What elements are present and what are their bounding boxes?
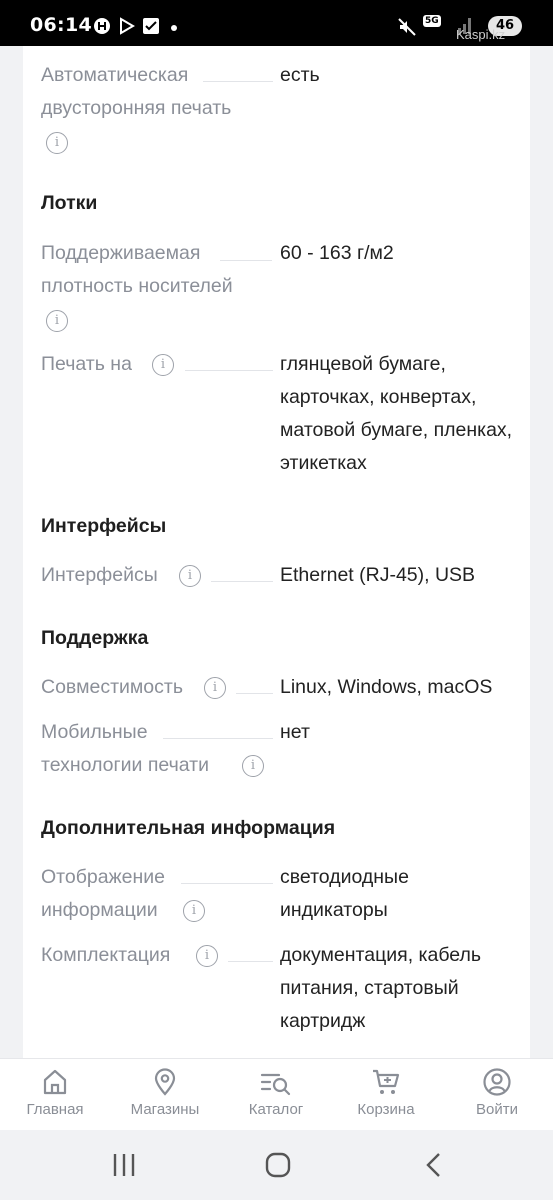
specs-card: Автоматическая двусторонняя печать i ест… xyxy=(23,46,530,1058)
spec-label-package: Комплектация xyxy=(41,944,171,966)
watermark-text: Kaspi.kz xyxy=(456,27,506,42)
dotted-leader xyxy=(185,370,273,371)
nav-item-catalog[interactable]: Каталог xyxy=(221,1067,331,1118)
cart-icon xyxy=(373,1069,400,1094)
dotted-leader xyxy=(203,81,273,82)
user-profile-icon xyxy=(483,1068,511,1096)
dotted-leader xyxy=(163,738,273,739)
info-icon[interactable]: i xyxy=(46,132,68,154)
spec-value-auto-duplex: есть xyxy=(280,64,320,86)
nav-label-catalog: Каталог xyxy=(248,1101,304,1118)
spec-label-auto-duplex: Автоматическая двусторонняя печать xyxy=(41,64,232,119)
spec-label-print-on: Печать на xyxy=(41,353,132,375)
recent-apps-icon[interactable] xyxy=(112,1152,136,1178)
spec-value-interfaces: Ethernet (RJ-45), USB xyxy=(280,564,476,586)
spec-value-media-density: 60 - 163 г/м2 xyxy=(280,242,394,264)
spec-value-display: светодиодные индикаторы xyxy=(280,866,409,921)
nav-item-cart[interactable]: Корзина xyxy=(331,1067,441,1118)
system-navigation-bar xyxy=(0,1130,553,1200)
catalog-search-icon xyxy=(260,1073,291,1096)
dotted-leader xyxy=(181,883,273,884)
info-icon[interactable]: i xyxy=(46,310,68,332)
spec-label-compatibility: Совместимость xyxy=(41,676,183,698)
section-title-trays: Лотки xyxy=(41,192,98,214)
spec-label-media-density: Поддерживаемая плотность носителей xyxy=(41,242,233,297)
spec-value-print-on: глянцевой бумаге, карточках, конвертах, … xyxy=(280,353,513,474)
section-title-additional-info: Дополнительная информация xyxy=(41,817,336,839)
info-icon[interactable]: i xyxy=(242,755,264,777)
dotted-leader xyxy=(228,961,273,962)
status-bar: 06:14 5G 46 Kaspi.kz xyxy=(0,0,553,46)
app-notification-icon xyxy=(94,18,110,34)
back-icon[interactable] xyxy=(424,1152,444,1178)
nav-item-login[interactable]: Войти xyxy=(442,1067,552,1118)
home-button-icon[interactable] xyxy=(265,1152,291,1178)
play-store-icon xyxy=(120,17,135,35)
more-notifications-dot xyxy=(171,25,177,31)
info-icon[interactable]: i xyxy=(204,677,226,699)
mute-icon xyxy=(398,18,416,36)
spec-label-interfaces: Интерфейсы xyxy=(41,564,158,586)
info-icon[interactable]: i xyxy=(152,354,174,376)
section-title-support: Поддержка xyxy=(41,627,149,649)
nav-label-cart: Корзина xyxy=(357,1101,415,1118)
nav-label-home: Главная xyxy=(26,1101,84,1118)
home-icon xyxy=(43,1069,67,1095)
spec-label-mobile-print: Мобильные технологии печати xyxy=(41,721,209,776)
nav-item-shops[interactable]: Магазины xyxy=(110,1067,220,1118)
info-icon[interactable]: i xyxy=(196,945,218,967)
spec-value-compatibility: Linux, Windows, macOS xyxy=(280,676,493,698)
section-title-interfaces: Интерфейсы xyxy=(41,515,167,537)
info-icon[interactable]: i xyxy=(183,900,205,922)
nav-item-home[interactable]: Главная xyxy=(0,1067,110,1118)
info-icon[interactable]: i xyxy=(179,565,201,587)
location-pin-icon xyxy=(154,1068,176,1096)
dotted-leader xyxy=(211,581,273,582)
status-time: 06:14 xyxy=(30,14,92,36)
bottom-navigation: Главная Магазины Каталог Корзина Войти xyxy=(0,1058,553,1130)
dotted-leader xyxy=(236,693,273,694)
spec-value-mobile-print: нет xyxy=(280,721,310,743)
nav-label-login: Войти xyxy=(476,1101,518,1118)
nav-label-shops: Магазины xyxy=(130,1101,200,1118)
dotted-leader xyxy=(220,260,272,261)
spec-value-package: документация, кабель питания, стартовый … xyxy=(280,944,482,1032)
network-type-badge: 5G xyxy=(423,15,441,27)
screen: 06:14 5G 46 Kaspi.kz Автоматическая двус… xyxy=(0,0,553,1200)
checkbox-notification-icon xyxy=(143,18,159,34)
